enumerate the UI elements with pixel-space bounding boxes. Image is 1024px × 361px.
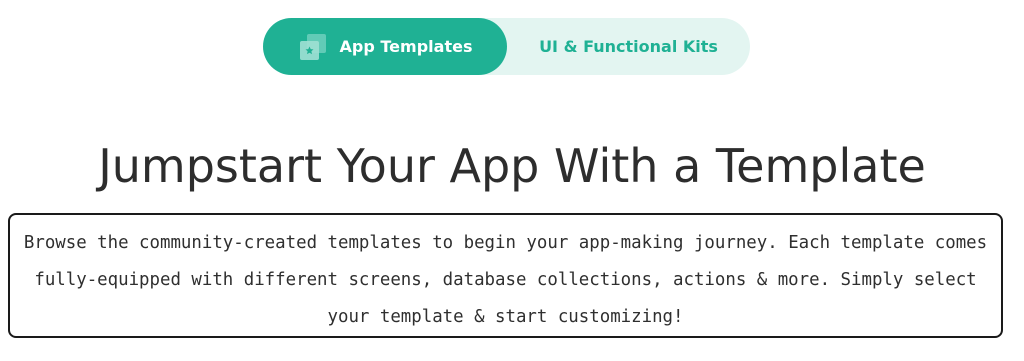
tab-app-templates[interactable]: App Templates bbox=[263, 18, 507, 75]
page-description: Browse the community-created templates t… bbox=[8, 213, 1003, 338]
tab-app-templates-label: App Templates bbox=[339, 37, 473, 56]
tab-ui-functional-kits[interactable]: UI & Functional Kits bbox=[507, 18, 750, 75]
templates-icon bbox=[298, 32, 328, 62]
template-tab-switcher: App Templates UI & Functional Kits bbox=[263, 18, 750, 75]
page-title: Jumpstart Your App With a Template bbox=[98, 139, 926, 193]
tab-ui-functional-kits-label: UI & Functional Kits bbox=[539, 37, 718, 56]
